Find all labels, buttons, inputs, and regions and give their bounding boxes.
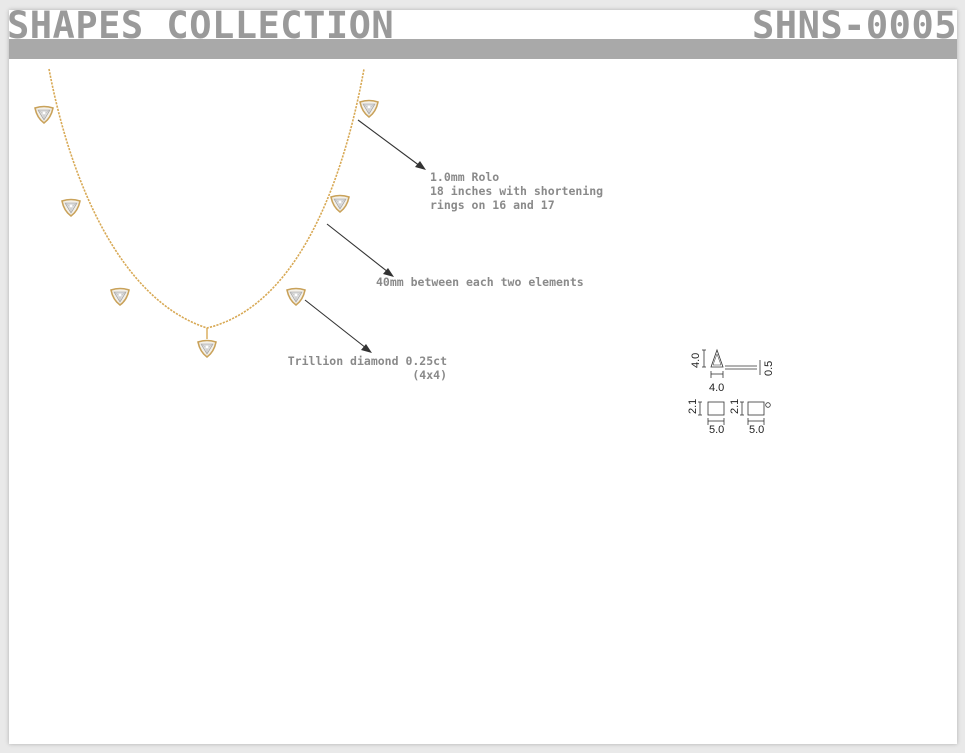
chain-spec-line-3: rings on 16 and 17 xyxy=(430,198,555,212)
chain-spec-note: 1.0mm Rolo 18 inches with shortening rings… xyxy=(430,170,603,212)
stone-spec-line-1: Trillion diamond 0.25ct xyxy=(287,354,447,368)
depth-dimension: 0.5 xyxy=(763,361,775,376)
bail-width-dimension-2: 5.0 xyxy=(749,424,764,436)
stone-spec-note: Trillion diamond 0.25ct (4x4) xyxy=(285,354,447,382)
diamond-element-1 xyxy=(34,105,54,124)
spacing-leader-line xyxy=(326,223,389,273)
diamond-element-6 xyxy=(330,194,350,213)
height-dimension: 4.0 xyxy=(690,353,702,368)
chain-spec-line-2: 18 inches with shortening xyxy=(430,184,604,198)
bail-height-dimension-1: 2.1 xyxy=(687,399,699,414)
diamond-element-3 xyxy=(110,287,130,306)
rolo-chain xyxy=(48,68,365,329)
stone-leader-line xyxy=(304,299,367,349)
chain-leader-line xyxy=(357,119,421,167)
width-dimension: 4.0 xyxy=(709,382,724,394)
diamond-element-7 xyxy=(359,99,379,118)
diamond-element-4 xyxy=(197,328,217,358)
diamond-element-2 xyxy=(61,198,81,217)
necklace-illustration: 4.0 4.0 0.5 2.1 5.0 2.1 5.0 xyxy=(34,68,775,436)
bail-width-dimension-1: 5.0 xyxy=(709,424,724,436)
spacing-note: 40mm between each two elements xyxy=(376,275,584,289)
chain-spec-line-1: 1.0mm Rolo xyxy=(430,170,500,184)
diamond-element-5 xyxy=(286,287,306,306)
stone-spec-line-2: (4x4) xyxy=(412,368,447,382)
bail-height-dimension-2: 2.1 xyxy=(729,399,741,414)
